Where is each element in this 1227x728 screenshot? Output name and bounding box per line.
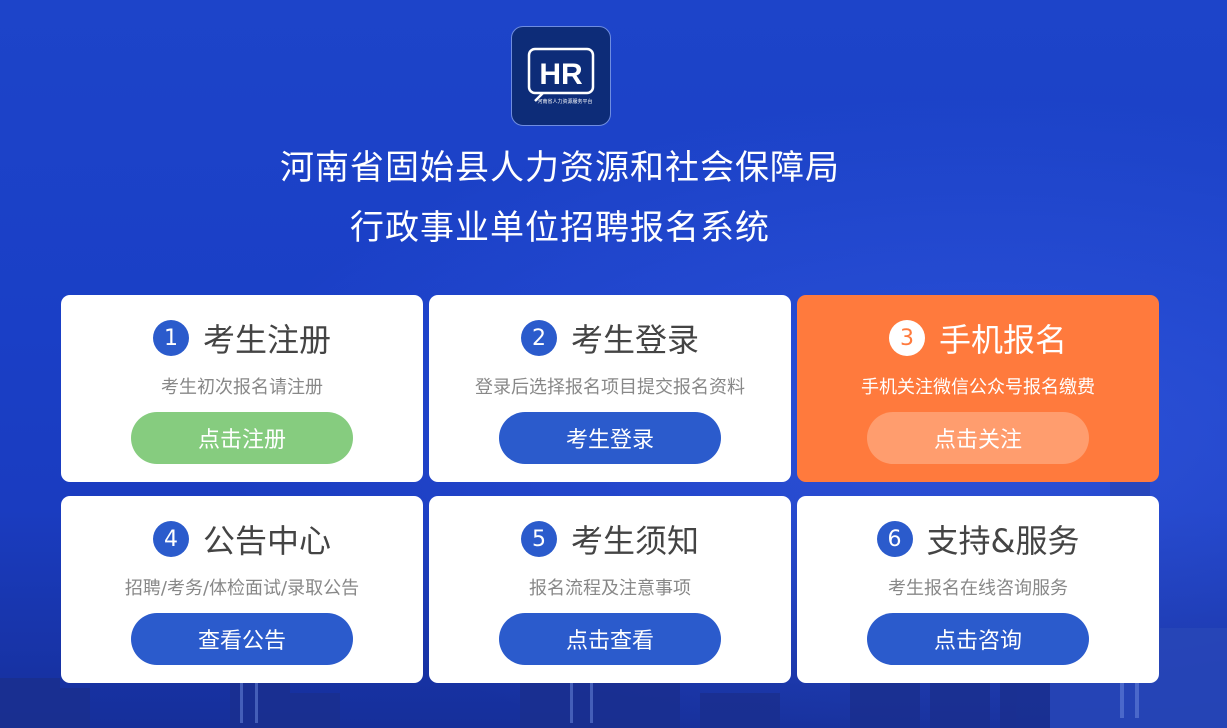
card-title: 支持&服务 [926,522,1080,560]
card-header: 2 考生登录 [429,315,791,361]
card-subtitle: 手机关注微信公众号报名缴费 [861,377,1095,398]
step-number-badge: 4 [152,521,189,557]
card-candidate-notice: 5 考生须知 报名流程及注意事项 点击查看 [429,496,791,683]
step-number-badge: 3 [888,320,925,356]
card-header: 6 支持&服务 [797,516,1159,562]
card-header: 1 考生注册 [61,315,423,361]
hr-logo-icon: HR 河南省人力资源服务平台 [527,47,595,105]
card-register: 1 考生注册 考生初次报名请注册 点击注册 [61,295,423,482]
page-title-line1: 河南省固始县人力资源和社会保障局 [280,148,840,188]
step-number-badge: 6 [876,521,913,557]
card-subtitle: 招聘/考务/体检面试/录取公告 [124,578,360,599]
card-support: 6 支持&服务 考生报名在线咨询服务 点击咨询 [797,496,1159,683]
card-subtitle: 登录后选择报名项目提交报名资料 [475,377,745,398]
card-login: 2 考生登录 登录后选择报名项目提交报名资料 考生登录 [429,295,791,482]
register-button[interactable]: 点击注册 [131,412,353,464]
card-header: 3 手机报名 [797,315,1159,361]
step-number-badge: 5 [520,521,557,557]
step-number-badge: 1 [152,320,189,356]
step-number-badge: 2 [520,320,557,356]
card-mobile-signup: 3 手机报名 手机关注微信公众号报名缴费 点击关注 [797,295,1159,482]
card-subtitle: 报名流程及注意事项 [529,578,691,599]
svg-text:HR: HR [539,58,583,91]
card-title: 公告中心 [202,522,331,560]
card-title: 考生登录 [570,321,699,359]
card-subtitle: 考生报名在线咨询服务 [888,578,1068,599]
card-header: 5 考生须知 [429,516,791,562]
view-notice-button[interactable]: 点击查看 [499,613,721,665]
hr-logo: HR 河南省人力资源服务平台 [511,26,611,126]
view-announcements-button[interactable]: 查看公告 [131,613,353,665]
card-title: 考生注册 [202,321,331,359]
login-button[interactable]: 考生登录 [499,412,721,464]
card-title: 考生须知 [570,522,699,560]
card-announcements: 4 公告中心 招聘/考务/体检面试/录取公告 查看公告 [61,496,423,683]
card-title: 手机报名 [938,321,1067,359]
card-header: 4 公告中心 [61,516,423,562]
consult-button[interactable]: 点击咨询 [867,613,1089,665]
card-subtitle: 考生初次报名请注册 [161,377,323,398]
page-title-line2: 行政事业单位招聘报名系统 [350,208,770,248]
follow-button[interactable]: 点击关注 [867,412,1089,464]
svg-text:河南省人力资源服务平台: 河南省人力资源服务平台 [537,98,592,105]
